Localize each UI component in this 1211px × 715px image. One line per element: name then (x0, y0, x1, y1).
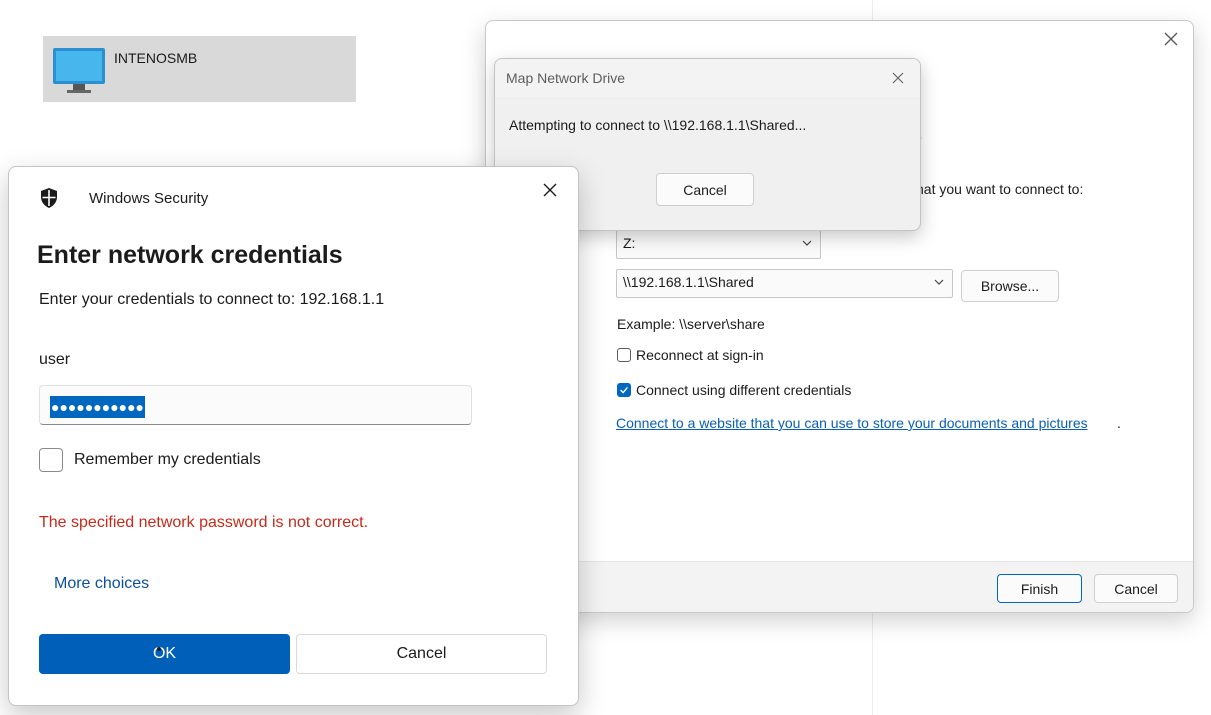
chevron-down-icon[interactable] (934, 277, 944, 287)
connecting-dialog-title: Map Network Drive (506, 70, 626, 86)
drive-letter-value: Z: (623, 235, 636, 251)
example-path-text: Example: \\server\share (617, 316, 765, 332)
credentials-heading: Enter network credentials (37, 241, 343, 269)
error-message: The specified network password is not co… (39, 514, 369, 531)
drive-letter-select[interactable]: Z: (616, 230, 821, 259)
connecting-dialog-titlebar: Map Network Drive (495, 59, 920, 97)
wizard-instruction-text: hat you want to connect to: (916, 181, 1084, 197)
more-choices-link[interactable]: More choices (54, 575, 149, 593)
folder-path-combo[interactable]: \\192.168.1.1\Shared (616, 269, 953, 298)
remember-credentials-label: Remember my credentials (74, 451, 261, 468)
close-icon[interactable] (889, 69, 907, 87)
folder-path-value: \\192.168.1.1\Shared (623, 274, 754, 290)
mouse-cursor-dot (157, 647, 161, 651)
security-app-name: Windows Security (89, 190, 209, 207)
close-icon[interactable] (1161, 29, 1181, 49)
windows-security-dialog: Windows Security Enter network credentia… (8, 166, 579, 706)
reconnect-checkbox[interactable] (617, 348, 631, 362)
reconnect-label: Reconnect at sign-in (636, 347, 764, 363)
connecting-cancel-button[interactable]: Cancel (656, 173, 754, 206)
website-storage-link[interactable]: Connect to a website that you can use to… (616, 415, 1088, 431)
different-credentials-checkbox[interactable] (617, 383, 631, 397)
ok-button[interactable]: OK (39, 634, 290, 674)
connecting-message: Attempting to connect to \\192.168.1.1\S… (509, 117, 807, 133)
credentials-subtitle: Enter your credentials to connect to: 19… (39, 291, 385, 308)
network-computer-tile[interactable]: INTENOSMB (43, 36, 356, 102)
remember-credentials-checkbox[interactable] (39, 448, 63, 472)
computer-name-label: INTENOSMB (114, 50, 198, 66)
different-credentials-label: Connect using different credentials (636, 382, 852, 398)
wizard-cancel-button[interactable]: Cancel (1094, 574, 1178, 603)
close-icon[interactable] (540, 180, 560, 200)
wizard-footer: Finish Cancel (486, 561, 1193, 612)
password-value-selected: ●●●●●●●●●●● (50, 396, 146, 418)
browse-button[interactable]: Browse... (961, 270, 1059, 302)
password-input[interactable]: ●●●●●●●●●●● (39, 385, 472, 425)
security-cancel-button[interactable]: Cancel (296, 634, 547, 674)
computer-monitor-icon (53, 48, 105, 93)
chevron-down-icon (802, 240, 812, 246)
username-label: user (39, 351, 71, 368)
shield-icon (41, 188, 57, 208)
finish-button[interactable]: Finish (997, 574, 1082, 603)
website-link-period: . (1117, 415, 1121, 431)
checkmark-icon (620, 386, 628, 394)
